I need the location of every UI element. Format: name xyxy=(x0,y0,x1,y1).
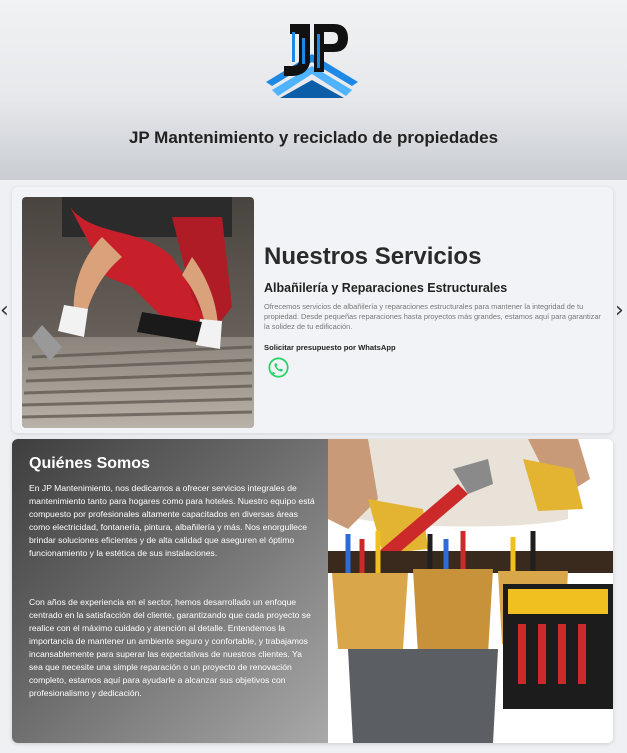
bricklayer-photo xyxy=(22,197,254,428)
tool-belt-photo xyxy=(328,439,613,743)
about-paragraph: Con años de experiencia en el sector, he… xyxy=(29,597,311,698)
service-description: Ofrecemos servicios de albañilería y rep… xyxy=(264,302,601,331)
services-heading: Nuestros Servicios xyxy=(264,243,482,270)
service-slide: Nuestros Servicios Albañilería y Reparac… xyxy=(12,187,613,433)
company-logo[interactable] xyxy=(262,20,362,104)
about-text-panel: Quiénes Somos En JP Mantenimiento, nos d… xyxy=(12,439,328,743)
about-title: Quiénes Somos xyxy=(29,455,150,472)
chevron-left-icon[interactable]: ‹ xyxy=(0,300,9,322)
whatsapp-icon[interactable] xyxy=(268,357,289,378)
site-header: JP Mantenimiento y reciclado de propieda… xyxy=(0,0,627,180)
about-section: Quiénes Somos En JP Mantenimiento, nos d… xyxy=(12,439,613,743)
service-subheading: Albañilería y Reparaciones Estructurales xyxy=(264,281,508,295)
jp-logo-icon xyxy=(266,24,358,98)
site-title: JP Mantenimiento y reciclado de propieda… xyxy=(128,128,499,147)
whatsapp-quote-link[interactable]: Solicitar presupuesto por WhatsApp xyxy=(264,343,396,352)
about-paragraph: En JP Mantenimiento, nos dedicamos a ofr… xyxy=(29,483,315,558)
chevron-right-icon[interactable]: › xyxy=(615,300,624,322)
service-photo xyxy=(22,197,254,428)
